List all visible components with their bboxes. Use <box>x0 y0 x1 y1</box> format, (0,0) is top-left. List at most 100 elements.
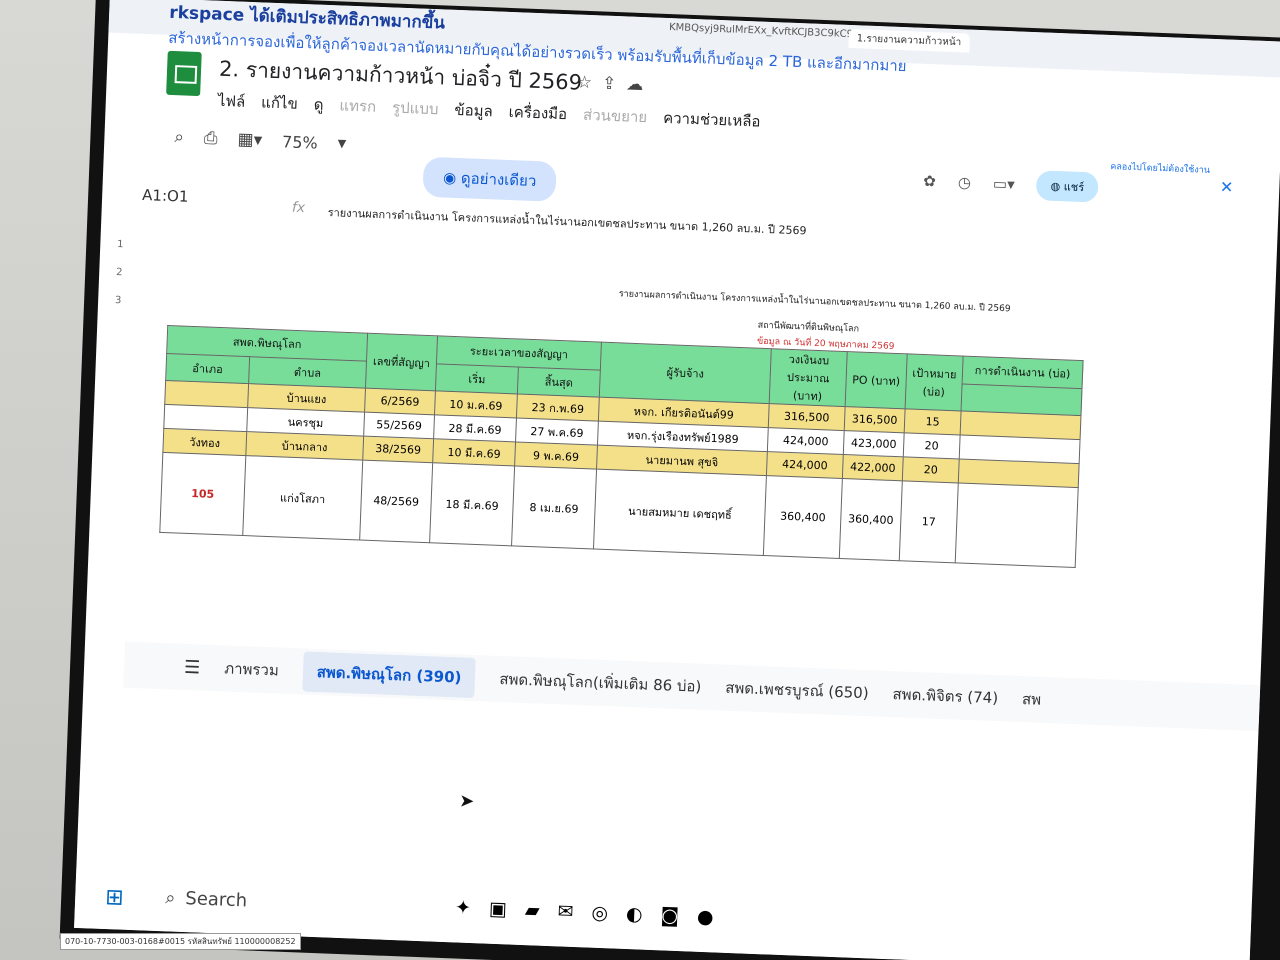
formula-bar[interactable]: รายงานผลการดำเนินงาน โครงการแหล่งน้ำในไร… <box>327 203 806 239</box>
cell-start[interactable]: 18 มี.ค.69 <box>429 462 515 546</box>
windows-start-icon[interactable]: ⊞ <box>105 885 124 911</box>
search-icon: ⌕ <box>164 887 176 909</box>
format-paint-icon[interactable]: ▦▾ <box>237 130 262 151</box>
share-button[interactable]: ◍ แชร์ <box>1036 170 1099 203</box>
start-header[interactable]: เริ่ม <box>435 363 519 394</box>
cell-budget[interactable]: 424,000 <box>766 451 844 479</box>
cell-contract-no[interactable]: 48/2569 <box>359 460 433 543</box>
sheet-tab-phetchabun[interactable]: สพด.เพชรบูรณ์ (650) <box>725 676 869 705</box>
sheet-subtitle[interactable]: สถานีพัฒนาที่ดินพิษณุโลก <box>757 318 859 336</box>
cell-target[interactable]: 15 <box>904 408 962 435</box>
cell-progress[interactable] <box>955 482 1079 568</box>
cell-contractor[interactable]: นายสมหมาย เดชฤทธิ์ <box>593 469 767 556</box>
sheet-tab-phitsanulok-extra[interactable]: สพด.พิษณุโลก(เพิ่มเติม 86 บ่อ) <box>499 667 702 699</box>
cell-target[interactable]: 17 <box>899 480 959 563</box>
sheet-tab-phichit[interactable]: สพด.พิจิตร (74) <box>892 682 998 710</box>
zoom-select[interactable]: 75% <box>282 132 318 152</box>
name-box[interactable]: A1:O1 <box>142 186 189 206</box>
camera-icon[interactable]: ◙ <box>660 904 679 927</box>
sheet-tab-more[interactable]: สพ <box>1022 687 1042 712</box>
cell-subdistrict[interactable]: แก่งโสภา <box>242 455 363 541</box>
chrome-icon[interactable]: ◎ <box>591 902 608 925</box>
file-explorer-icon[interactable]: ▰ <box>525 899 540 922</box>
outlook-icon[interactable]: ✉ <box>557 900 574 923</box>
cell-start[interactable]: 10 มี.ค.69 <box>432 438 516 466</box>
toolbar: ⌕ ⎙ ▦▾ 75% ▾ <box>174 127 347 154</box>
print-icon[interactable]: ⎙ <box>204 128 218 149</box>
cell-po[interactable]: 423,000 <box>843 430 905 457</box>
globe-icon: ◍ <box>1050 179 1061 194</box>
taskbar-search[interactable]: ⌕ Search <box>165 887 248 911</box>
move-icon[interactable]: ⇪ <box>602 74 617 95</box>
menu-format[interactable]: รูปแบบ <box>392 95 439 121</box>
cell-po[interactable]: 316,500 <box>844 406 906 433</box>
budget-header[interactable]: วงเงินงบประมาณ (บาท) <box>769 348 848 407</box>
end-header[interactable]: สิ้นสุด <box>517 366 601 398</box>
menu-insert[interactable]: แทรก <box>339 93 377 118</box>
menu-file[interactable]: ไฟล์ <box>217 89 246 114</box>
all-sheets-menu-icon[interactable]: ☰ <box>184 656 201 678</box>
cell-end[interactable]: 23 ก.พ.69 <box>516 393 600 422</box>
eye-icon: ◉ <box>442 168 457 187</box>
po-header[interactable]: PO (บาท) <box>845 351 908 409</box>
right-toolbar: ✿ ◷ ▭▾ ◍ แชร์ <box>923 166 1099 203</box>
sheet-title[interactable]: รายงานผลการดำเนินงาน โครงการแหล่งน้ำในไร… <box>619 286 1011 315</box>
copilot-icon[interactable]: ✦ <box>455 896 472 919</box>
meet-icon[interactable]: ▭▾ <box>993 175 1015 194</box>
menu-extensions[interactable]: ส่วนขยาย <box>583 103 648 129</box>
contract-no-header[interactable]: เลขที่สัญญา <box>365 333 438 391</box>
cell-district[interactable]: วังทอง <box>162 428 247 456</box>
star-icon[interactable]: ☆ <box>576 73 592 94</box>
target-header[interactable]: เป้าหมาย (บ่อ) <box>905 353 964 412</box>
cell-contract-no[interactable]: 6/2569 <box>364 388 436 415</box>
contractor-header[interactable]: ผู้รับจ้าง <box>599 342 772 404</box>
menu-view[interactable]: ดู <box>313 92 324 116</box>
hint-link[interactable]: คลองไปโดยไม่ต้องใช้งาน <box>1110 159 1210 177</box>
screen: rkspace ได้เติมประสิทธิภาพมากขึ้น สร้างห… <box>74 0 1280 960</box>
search-icon[interactable]: ⌕ <box>174 127 184 147</box>
district-header[interactable]: อำเภอ <box>165 352 250 384</box>
cell-contract-no[interactable]: 38/2569 <box>362 436 434 463</box>
close-icon[interactable]: ✕ <box>1220 177 1234 197</box>
fx-icon: fx <box>291 199 306 217</box>
sheets-logo-icon[interactable] <box>166 50 202 97</box>
cell-end[interactable]: 8 เม.ย.69 <box>511 465 597 550</box>
chevron-down-icon[interactable]: ▾ <box>337 133 346 153</box>
cell-target[interactable]: 20 <box>903 432 961 459</box>
zoom-icon[interactable]: ● <box>697 906 714 929</box>
view-only-label: ดูอย่างเดียว <box>460 169 537 191</box>
cell-end[interactable]: 27 พ.ค.69 <box>515 417 599 446</box>
task-view-icon[interactable]: ▣ <box>489 898 508 921</box>
cell-district[interactable] <box>164 380 249 408</box>
view-only-button[interactable]: ◉ ดูอย่างเดียว <box>422 156 558 202</box>
gemini-icon[interactable]: ✿ <box>923 172 936 190</box>
cell-target[interactable]: 20 <box>902 456 960 483</box>
row-number[interactable]: 1 <box>100 238 140 251</box>
menu-tools[interactable]: เครื่องมือ <box>508 100 567 126</box>
history-icon[interactable]: ◷ <box>958 173 972 191</box>
monitor: rkspace ได้เติมประสิทธิภาพมากขึ้น สร้างห… <box>59 0 1280 960</box>
cell-start[interactable]: 28 มี.ค.69 <box>433 414 517 442</box>
asset-sticker: 070-10-7730-003-0168#0015 รหัสสินทรัพย์ … <box>60 933 301 950</box>
menu-data[interactable]: ข้อมูล <box>454 98 493 123</box>
row-number[interactable]: 2 <box>99 266 139 279</box>
cell-end[interactable]: 9 พ.ค.69 <box>514 441 598 470</box>
mouse-cursor-icon: ➤ <box>458 790 475 813</box>
taskbar-apps: ✦ ▣ ▰ ✉ ◎ ◐ ◙ ● <box>455 896 714 928</box>
sheet-tab-phitsanulok[interactable]: สพด.พิษณุโลก (390) <box>302 651 477 699</box>
menu-help[interactable]: ความช่วยเหลือ <box>663 106 761 134</box>
cell-budget[interactable]: 316,500 <box>768 403 846 431</box>
sheet-tab-overview[interactable]: ภาพรวม <box>224 656 279 682</box>
menu-edit[interactable]: แก้ไข <box>261 90 298 115</box>
cell-po[interactable]: 422,000 <box>842 454 904 481</box>
cell-contract-no[interactable]: 55/2569 <box>363 412 435 439</box>
cell-district[interactable] <box>163 404 248 432</box>
cell-budget[interactable]: 360,400 <box>763 475 843 559</box>
cell-district[interactable]: 105 <box>159 452 246 536</box>
cloud-icon[interactable]: ☁ <box>626 74 644 95</box>
cell-po[interactable]: 360,400 <box>839 478 903 561</box>
cell-start[interactable]: 10 ม.ค.69 <box>434 390 518 418</box>
row-number[interactable]: 3 <box>98 294 138 307</box>
cell-budget[interactable]: 424,000 <box>767 427 845 455</box>
edge-icon[interactable]: ◐ <box>626 903 643 926</box>
